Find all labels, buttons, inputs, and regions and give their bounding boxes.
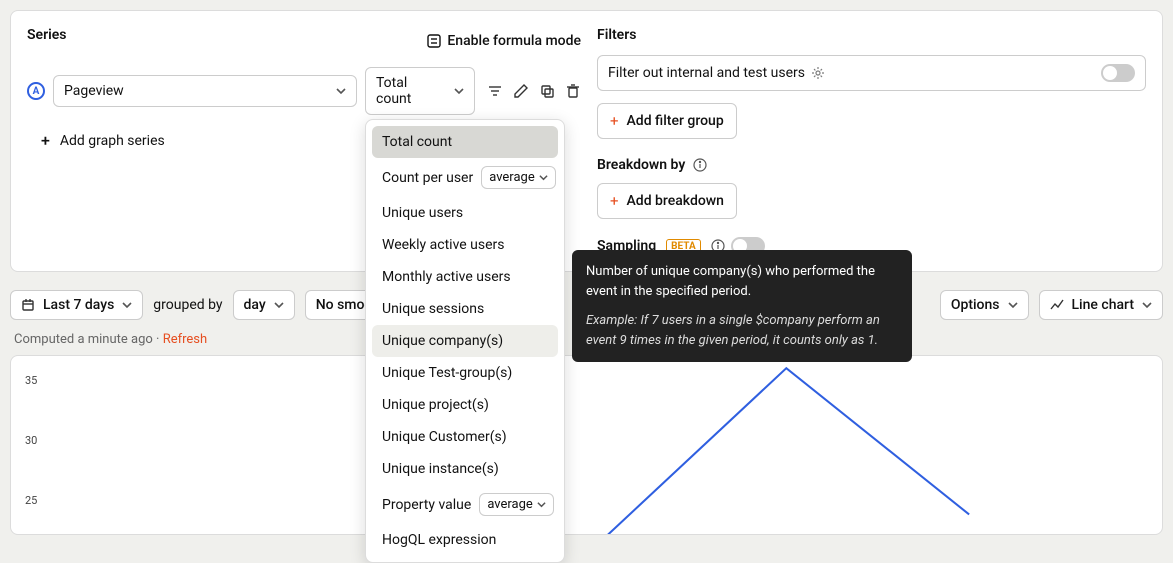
config-panel: Series Enable formula mode A Pageview To… <box>10 10 1163 272</box>
date-range-value: Last 7 days <box>43 297 114 313</box>
copy-icon[interactable] <box>539 83 555 99</box>
aggregation-option[interactable]: Unique Test-group(s) <box>372 357 558 389</box>
formula-mode-label: Enable formula mode <box>447 33 581 49</box>
edit-icon[interactable] <box>513 83 529 99</box>
aggregation-option-label: Total count <box>382 134 452 150</box>
aggregation-sub-select[interactable]: average <box>479 493 554 516</box>
y-tick: 35 <box>25 374 37 387</box>
line-chart-icon <box>1050 298 1064 312</box>
aggregation-option[interactable]: Unique users <box>372 197 558 229</box>
aggregation-option-label: Weekly active users <box>382 237 505 253</box>
tooltip-example: Example: If 7 users in a single $company… <box>586 311 898 350</box>
series-label: Series <box>27 27 66 43</box>
internal-test-filter[interactable]: Filter out internal and test users <box>597 55 1146 91</box>
aggregation-option-label: Property value <box>382 497 471 513</box>
aggregation-option-label: Unique project(s) <box>382 397 489 413</box>
plus-icon: + <box>610 112 619 130</box>
trash-icon[interactable] <box>565 83 581 99</box>
add-series-label: Add graph series <box>60 133 165 149</box>
aggregation-select-value: Total count <box>376 75 446 107</box>
series-line <box>603 368 969 535</box>
enable-formula-mode-button[interactable]: Enable formula mode <box>427 33 581 49</box>
y-tick: 25 <box>25 494 37 507</box>
gear-icon[interactable] <box>811 66 825 80</box>
aggregation-option[interactable]: Unique project(s) <box>372 389 558 421</box>
chevron-down-icon <box>274 300 284 310</box>
series-badge: A <box>27 82 45 100</box>
filter-icon[interactable] <box>487 83 503 99</box>
refresh-link[interactable]: Refresh <box>163 332 207 347</box>
internal-test-filter-toggle[interactable] <box>1101 64 1135 82</box>
add-breakdown-label: Add breakdown <box>627 193 724 209</box>
aggregation-option[interactable]: Unique sessions <box>372 293 558 325</box>
series-row: A Pageview Total count Total countCount … <box>27 67 581 115</box>
filters-column: Filters Filter out internal and test use… <box>597 27 1146 255</box>
aggregation-option-label: Unique sessions <box>382 301 484 317</box>
aggregation-tooltip: Number of unique company(s) who performe… <box>572 250 912 362</box>
aggregation-option[interactable]: Count per user average <box>372 158 558 197</box>
add-filter-group-button[interactable]: + Add filter group <box>597 103 737 139</box>
plus-icon: + <box>41 131 50 150</box>
aggregation-option-label: Unique company(s) <box>382 333 503 349</box>
y-tick: 30 <box>25 434 37 447</box>
info-icon[interactable] <box>693 158 707 172</box>
chevron-down-icon <box>454 86 464 96</box>
event-select-value: Pageview <box>64 83 124 99</box>
chevron-down-icon <box>122 300 132 310</box>
series-column: Series Enable formula mode A Pageview To… <box>27 27 581 255</box>
breakdown-section: Breakdown by + Add breakdown <box>597 157 1146 219</box>
chart-area: 35 30 25 <box>10 355 1163 535</box>
filters-label: Filters <box>597 27 1146 43</box>
chevron-down-icon <box>1142 300 1152 310</box>
aggregation-option[interactable]: Unique instance(s) <box>372 453 558 485</box>
aggregation-option-label: Unique Customer(s) <box>382 429 507 445</box>
tooltip-body: Number of unique company(s) who performe… <box>586 262 898 301</box>
series-icon-row <box>487 83 581 99</box>
calendar-icon <box>21 298 35 312</box>
date-range-select[interactable]: Last 7 days <box>10 290 143 320</box>
options-select[interactable]: Options <box>940 290 1029 320</box>
aggregation-option[interactable]: Total count <box>372 126 558 158</box>
chart-type-select[interactable]: Line chart <box>1039 290 1164 320</box>
aggregation-dropdown: Total count Count per user average Unique u… <box>365 119 565 563</box>
aggregation-option[interactable]: Unique Customer(s) <box>372 421 558 453</box>
computed-text: Computed a minute ago <box>14 332 153 347</box>
formula-icon <box>427 34 441 48</box>
grouped-by-label: grouped by <box>153 297 222 313</box>
aggregation-option[interactable]: Unique company(s) <box>372 325 558 357</box>
aggregation-option-label: HogQL expression <box>382 532 496 548</box>
separator: · <box>156 332 159 347</box>
aggregation-option-label: Count per user <box>382 170 473 186</box>
aggregation-option[interactable]: Monthly active users <box>372 261 558 293</box>
interval-select[interactable]: day <box>233 290 295 320</box>
aggregation-option[interactable]: HogQL expression <box>372 524 558 556</box>
aggregation-sub-select[interactable]: average <box>481 166 556 189</box>
aggregation-option-label: Unique Test-group(s) <box>382 365 512 381</box>
aggregation-option[interactable]: Property value average <box>372 485 558 524</box>
add-breakdown-button[interactable]: + Add breakdown <box>597 183 737 219</box>
aggregation-option-label: Unique instance(s) <box>382 461 499 477</box>
aggregation-option-label: Unique users <box>382 205 463 221</box>
line-chart-svg <box>55 356 1152 535</box>
internal-test-filter-label: Filter out internal and test users <box>608 65 805 81</box>
aggregation-select[interactable]: Total count <box>365 67 475 115</box>
aggregation-option[interactable]: Weekly active users <box>372 229 558 261</box>
add-filter-group-label: Add filter group <box>627 113 724 129</box>
event-select[interactable]: Pageview <box>53 75 357 107</box>
options-label: Options <box>951 297 1000 313</box>
aggregation-option-label: Monthly active users <box>382 269 511 285</box>
chevron-down-icon <box>336 86 346 96</box>
breakdown-label: Breakdown by <box>597 157 685 173</box>
interval-value: day <box>244 297 266 313</box>
chevron-down-icon <box>1008 300 1018 310</box>
chart-type-value: Line chart <box>1072 297 1135 313</box>
plus-icon: + <box>610 192 619 210</box>
